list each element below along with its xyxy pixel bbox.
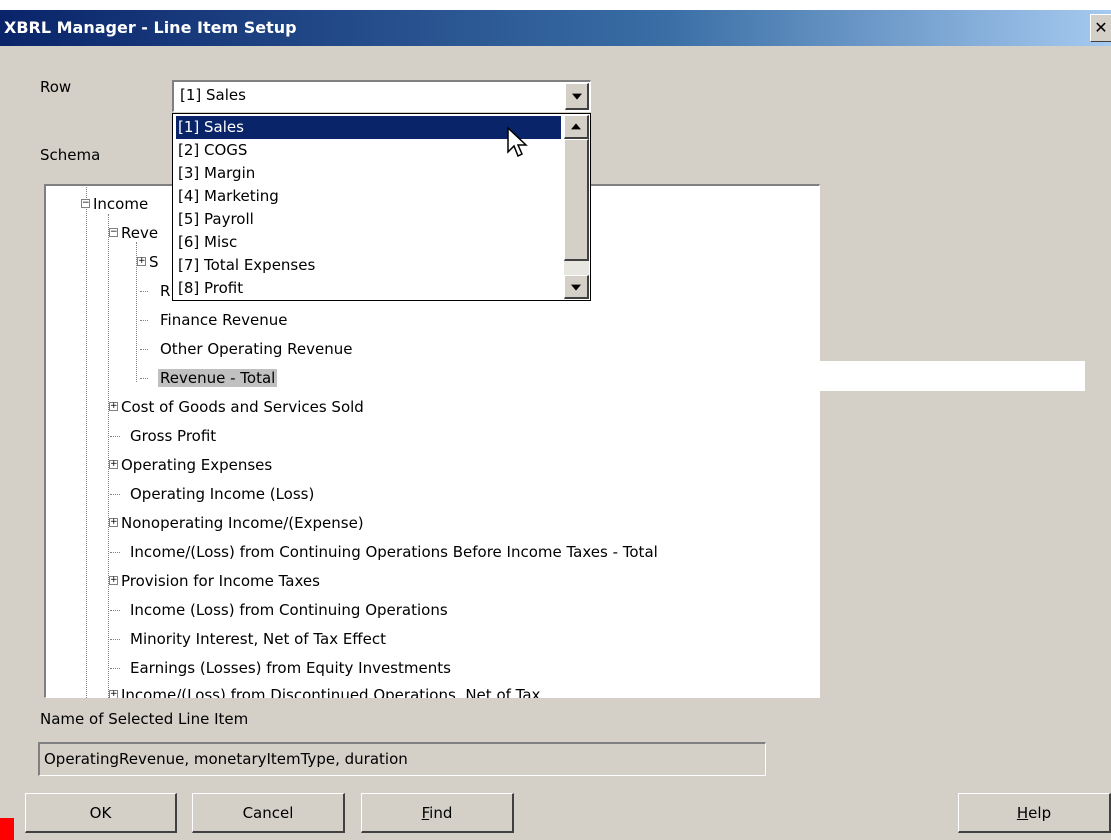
tree-item-gross-profit[interactable]: Gross Profit: [110, 424, 217, 448]
scroll-down-button[interactable]: [564, 275, 589, 299]
dropdown-option[interactable]: [1] Sales: [176, 116, 561, 139]
tree-item-label: Operating Income (Loss): [130, 485, 315, 503]
tree-item-equity-investments[interactable]: Earnings (Losses) from Equity Investment…: [110, 656, 451, 680]
tree-item-label: S: [149, 253, 159, 271]
tree-item-revenue[interactable]: − Reve: [109, 221, 158, 245]
dropdown-option[interactable]: [6] Misc: [176, 231, 561, 254]
tree-item-label: Minority Interest, Net of Tax Effect: [130, 630, 387, 648]
top-strip: [0, 0, 1111, 10]
row-combobox-arrow-button[interactable]: [565, 83, 589, 110]
selection-highlight-strip: [820, 361, 1085, 391]
tree-item-s[interactable]: + S: [137, 250, 159, 274]
dropdown-option[interactable]: [2] COGS: [176, 139, 561, 162]
tree-line: [140, 349, 148, 350]
expand-icon[interactable]: +: [109, 690, 118, 698]
tree-item-label: Gross Profit: [130, 427, 217, 445]
find-button-label: ind: [429, 804, 453, 822]
tree-item-provision-taxes[interactable]: + Provision for Income Taxes: [109, 569, 320, 593]
tree-item-label: Income: [93, 195, 149, 213]
tree-line: [110, 639, 120, 640]
tree-item-operating-expenses[interactable]: + Operating Expenses: [109, 453, 272, 477]
row-label: Row: [40, 78, 72, 96]
scroll-thumb[interactable]: [564, 139, 589, 261]
dropdown-option[interactable]: [8] Profit: [176, 277, 561, 300]
tree-line: [140, 378, 148, 379]
close-button[interactable]: ✕: [1090, 14, 1111, 42]
tree-item-income[interactable]: − Income: [81, 192, 148, 216]
close-icon: ✕: [1094, 18, 1108, 37]
tree-item-label: Cost of Goods and Services Sold: [121, 398, 364, 416]
tree-line: [110, 610, 120, 611]
tree-item-label: R: [160, 282, 171, 300]
find-button[interactable]: Find: [361, 793, 514, 833]
dropdown-scrollbar[interactable]: [564, 115, 589, 299]
tree-line: [110, 552, 120, 553]
tree-item-income-continuing[interactable]: Income (Loss) from Continuing Operations: [110, 598, 448, 622]
tree-item-other-operating-revenue[interactable]: Other Operating Revenue: [140, 337, 353, 361]
dropdown-option[interactable]: [4] Marketing: [176, 185, 561, 208]
help-accel-key: H: [1016, 804, 1029, 822]
selected-item-field: OperatingRevenue, monetaryItemType, dura…: [38, 742, 766, 776]
dropdown-option[interactable]: [3] Margin: [176, 162, 561, 185]
tree-item-label: Provision for Income Taxes: [121, 572, 320, 590]
dropdown-option[interactable]: [5] Payroll: [176, 208, 561, 231]
window-title: XBRL Manager - Line Item Setup: [4, 18, 297, 37]
tree-line: [110, 494, 120, 495]
expand-icon[interactable]: +: [137, 257, 146, 266]
tree-item-finance-revenue[interactable]: Finance Revenue: [140, 308, 288, 332]
scroll-up-button[interactable]: [564, 115, 589, 139]
ok-button[interactable]: OK: [25, 793, 177, 833]
cancel-button[interactable]: Cancel: [192, 793, 345, 833]
expand-icon[interactable]: +: [109, 576, 118, 585]
tree-item-label: Nonoperating Income/(Expense): [121, 514, 364, 532]
tree-item-income-before-taxes[interactable]: Income/(Loss) from Continuing Operations…: [110, 540, 658, 564]
tree-item-nonoperating[interactable]: + Nonoperating Income/(Expense): [109, 511, 364, 535]
red-corner-marker: [0, 818, 14, 840]
tree-line: [86, 184, 87, 698]
tree-item-cogs[interactable]: + Cost of Goods and Services Sold: [109, 395, 364, 419]
tree-item-label: Finance Revenue: [160, 311, 288, 329]
selected-item-value: OperatingRevenue, monetaryItemType, dura…: [44, 750, 408, 768]
chevron-down-icon: [571, 284, 581, 291]
chevron-down-icon: [571, 93, 582, 100]
help-button-label: elp: [1028, 804, 1052, 822]
tree-item-discontinued[interactable]: + Income/(Loss) from Discontinued Operat…: [109, 683, 540, 698]
tree-item-label: Operating Expenses: [121, 456, 273, 474]
tree-item-minority-interest[interactable]: Minority Interest, Net of Tax Effect: [110, 627, 387, 651]
mouse-cursor-icon: [507, 127, 528, 158]
tree-line: [110, 668, 120, 669]
row-combobox[interactable]: [1] Sales: [172, 80, 591, 112]
row-combobox-value: [1] Sales: [180, 86, 246, 104]
tree-item-label: Revenue - Total: [158, 369, 278, 387]
cancel-button-label: Cancel: [242, 804, 294, 822]
tree-item-label: Income/(Loss) from Discontinued Operatio…: [121, 686, 541, 698]
collapse-icon[interactable]: −: [81, 199, 90, 208]
selected-item-label: Name of Selected Line Item: [40, 710, 249, 728]
tree-item-label: Other Operating Revenue: [160, 340, 353, 358]
help-button[interactable]: Help: [958, 793, 1111, 833]
ok-button-label: OK: [89, 804, 112, 822]
expand-icon[interactable]: +: [109, 518, 118, 527]
tree-item-label: Earnings (Losses) from Equity Investment…: [130, 659, 451, 677]
tree-line: [140, 291, 148, 292]
collapse-icon[interactable]: −: [109, 228, 118, 237]
chevron-up-icon: [571, 122, 581, 129]
tree-line: [110, 436, 120, 437]
tree-line: [140, 320, 148, 321]
tree-item-label: Income/(Loss) from Continuing Operations…: [130, 543, 658, 561]
dropdown-option[interactable]: [7] Total Expenses: [176, 254, 561, 277]
tree-item-revenue-total[interactable]: Revenue - Total: [140, 366, 278, 390]
tree-item-r[interactable]: R: [140, 279, 171, 303]
expand-icon[interactable]: +: [109, 460, 118, 469]
tree-item-label: Reve: [121, 224, 159, 242]
schema-label: Schema: [40, 146, 101, 164]
expand-icon[interactable]: +: [109, 402, 118, 411]
tree-item-label: Income (Loss) from Continuing Operations: [130, 601, 448, 619]
tree-item-operating-income[interactable]: Operating Income (Loss): [110, 482, 315, 506]
title-bar[interactable]: XBRL Manager - Line Item Setup: [0, 10, 1111, 46]
